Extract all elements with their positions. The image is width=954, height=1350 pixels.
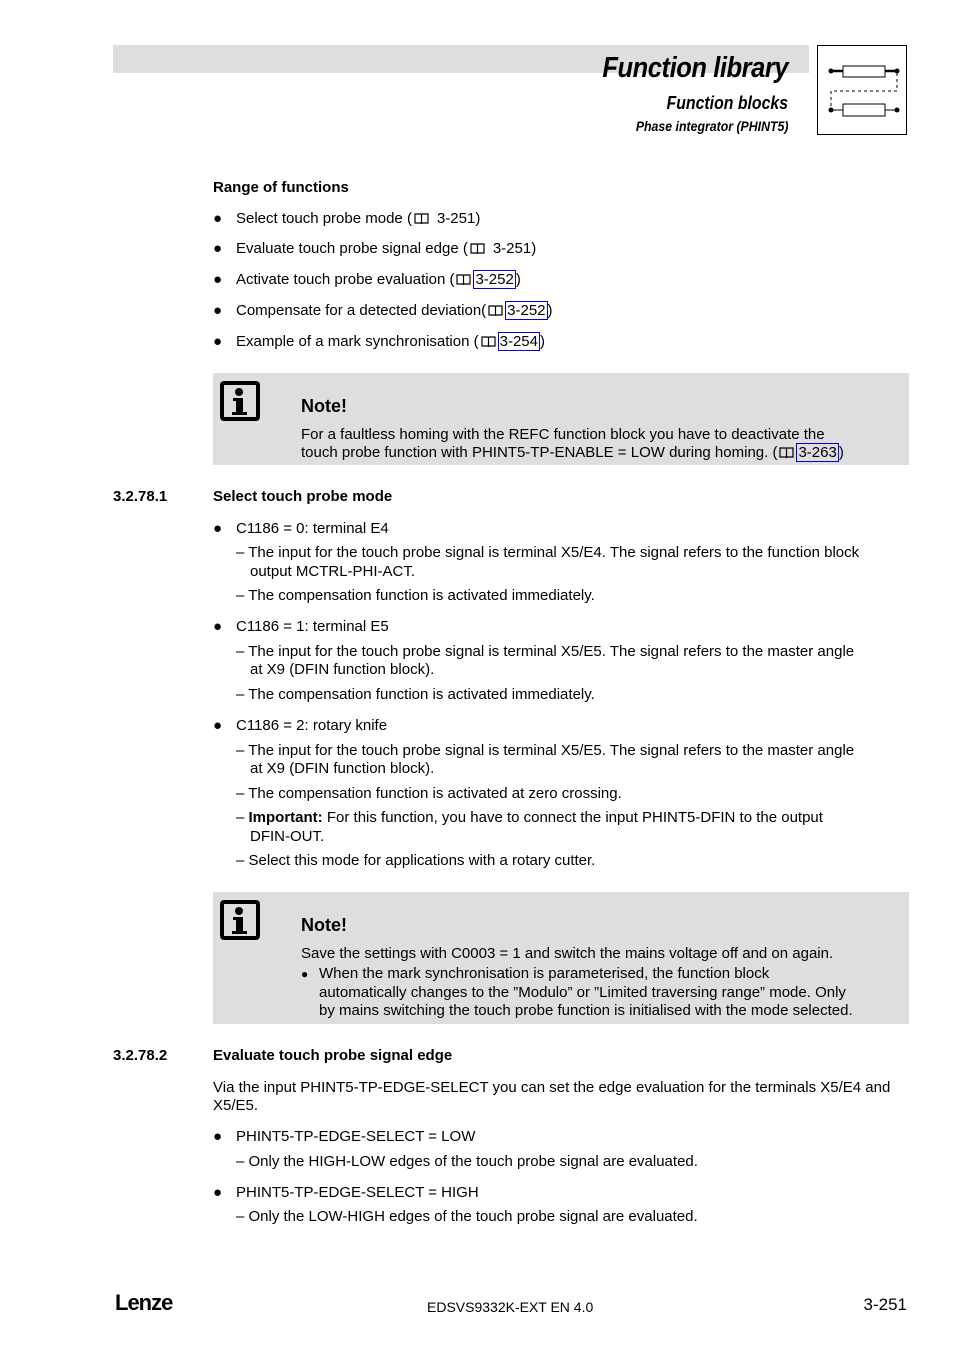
note-title: Note! [301, 915, 347, 935]
bullet-icon: ● [213, 210, 223, 227]
list-item: Select touch probe mode ( 3-251) [236, 210, 480, 228]
brand-logo: Lenze [115, 1290, 173, 1315]
bullet-icon: ● [213, 618, 223, 635]
list-subitem: – The compensation function is activated… [236, 785, 622, 802]
list-item-text: Select touch probe mode ( [236, 210, 412, 227]
note-title: Note! [301, 396, 347, 416]
bullet-icon: ● [301, 967, 309, 981]
bullet-icon: ● [213, 240, 223, 257]
page-reference: 3-251 [436, 210, 476, 227]
list-item-text: ) [515, 271, 521, 288]
list-subitem: – Only the LOW-HIGH edges of the touch p… [236, 1208, 698, 1225]
dash: – [236, 809, 249, 826]
list-subitem: – The input for the touch probe signal i… [236, 742, 855, 759]
book-icon [470, 241, 485, 255]
range-heading: Range of functions [213, 179, 349, 196]
bullet-icon: ● [213, 520, 223, 537]
bullet-icon: ● [213, 717, 223, 734]
list-item: PHINT5-TP-EDGE-SELECT = LOW [236, 1128, 476, 1145]
info-icon [220, 381, 260, 421]
note-box: Note! Save the settings with C0003 = 1 a… [213, 892, 909, 1024]
list-item-text: Evaluate touch probe signal edge ( [236, 240, 468, 257]
note-text: For a faultless homing with the REFC fun… [301, 426, 825, 443]
bullet-icon: ● [213, 1184, 223, 1201]
list-subitem: – Only the HIGH-LOW edges of the touch p… [236, 1153, 698, 1170]
list-subitem: at X9 (DFIN function block). [250, 661, 435, 678]
section-heading: Evaluate touch probe signal edge [213, 1047, 453, 1064]
list-item: C1186 = 1: terminal E5 [236, 618, 389, 635]
section-heading: Select touch probe mode [213, 488, 393, 505]
bullet-icon: ● [213, 1128, 223, 1145]
paragraph: Via the input PHINT5-TP-EDGE-SELECT you … [213, 1079, 891, 1096]
section-subtitle: Phase integrator (PHINT5) [635, 118, 788, 134]
bullet-icon: ● [213, 333, 223, 350]
page-reference-link[interactable]: 3-254 [497, 332, 540, 351]
list-subitem: – The input for the touch probe signal i… [236, 544, 860, 561]
page-reference: 3-251 [492, 240, 532, 257]
note-text: automatically changes to the ”Modulo” or… [319, 984, 846, 1001]
note-text-part: ) [838, 444, 844, 461]
list-item-text: Activate touch probe evaluation ( [236, 271, 455, 288]
note-box: Note! For a faultless homing with the RE… [213, 373, 909, 465]
info-icon [220, 900, 260, 940]
chapter-subtitle: Function blocks [666, 93, 788, 113]
list-subitem: – Important: For this function, you have… [236, 809, 823, 827]
page-reference-link[interactable]: 3-263 [796, 443, 839, 462]
list-subitem: output MCTRL-PHI-ACT. [250, 563, 416, 580]
list-item: Example of a mark synchronisation ( 3-254… [236, 332, 545, 351]
page-title: Function library [602, 52, 788, 84]
important-label: Important: [248, 809, 323, 826]
function-block-diagram-icon [817, 45, 907, 135]
list-item: Compensate for a detected deviation( 3-25… [236, 301, 553, 320]
list-item: Activate touch probe evaluation ( 3-252) [236, 270, 521, 289]
page-reference-link[interactable]: 3-252 [473, 270, 516, 289]
list-subitem: – The compensation function is activated… [236, 587, 595, 604]
note-text-part: touch probe function with PHINT5-TP-ENAB… [301, 444, 778, 461]
list-subitem: – Select this mode for applications with… [236, 852, 596, 869]
list-item: PHINT5-TP-EDGE-SELECT = HIGH [236, 1184, 479, 1201]
bullet-icon: ● [213, 271, 223, 288]
list-subitem: – The input for the touch probe signal i… [236, 643, 855, 660]
book-icon [481, 334, 496, 348]
paragraph: X5/E5. [213, 1097, 259, 1114]
note-text: When the mark synchronisation is paramet… [319, 965, 770, 982]
list-subitem: DFIN-OUT. [250, 828, 325, 845]
document-id: EDSVS9332K-EXT EN 4.0 [427, 1299, 594, 1315]
list-subitem: – The compensation function is activated… [236, 686, 595, 703]
list-item-text: ) [539, 333, 545, 350]
section-number: 3.2.78.2 [113, 1047, 168, 1064]
note-text: touch probe function with PHINT5-TP-ENAB… [301, 443, 844, 462]
page-number: 3-251 [863, 1295, 907, 1314]
book-icon [488, 303, 503, 317]
bullet-icon: ● [213, 302, 223, 319]
list-item-text: Compensate for a detected deviation( [236, 302, 487, 319]
list-item-text: ) [475, 210, 481, 227]
list-item: Evaluate touch probe signal edge ( 3-251) [236, 240, 536, 258]
book-icon [456, 272, 472, 286]
subitem-text: For this function, you have to connect t… [322, 809, 823, 826]
list-item: C1186 = 0: terminal E4 [236, 520, 389, 537]
book-icon [414, 211, 429, 225]
section-number: 3.2.78.1 [113, 488, 168, 505]
page-reference-link[interactable]: 3-252 [505, 301, 548, 320]
list-item-text: ) [547, 302, 553, 319]
list-subitem: at X9 (DFIN function block). [250, 760, 435, 777]
book-icon [779, 445, 795, 459]
list-item-text: ) [531, 240, 537, 257]
note-text: by mains switching the touch probe funct… [319, 1002, 853, 1019]
list-item: C1186 = 2: rotary knife [236, 717, 388, 734]
note-text: Save the settings with C0003 = 1 and swi… [301, 945, 834, 962]
list-item-text: Example of a mark synchronisation ( [236, 333, 479, 350]
